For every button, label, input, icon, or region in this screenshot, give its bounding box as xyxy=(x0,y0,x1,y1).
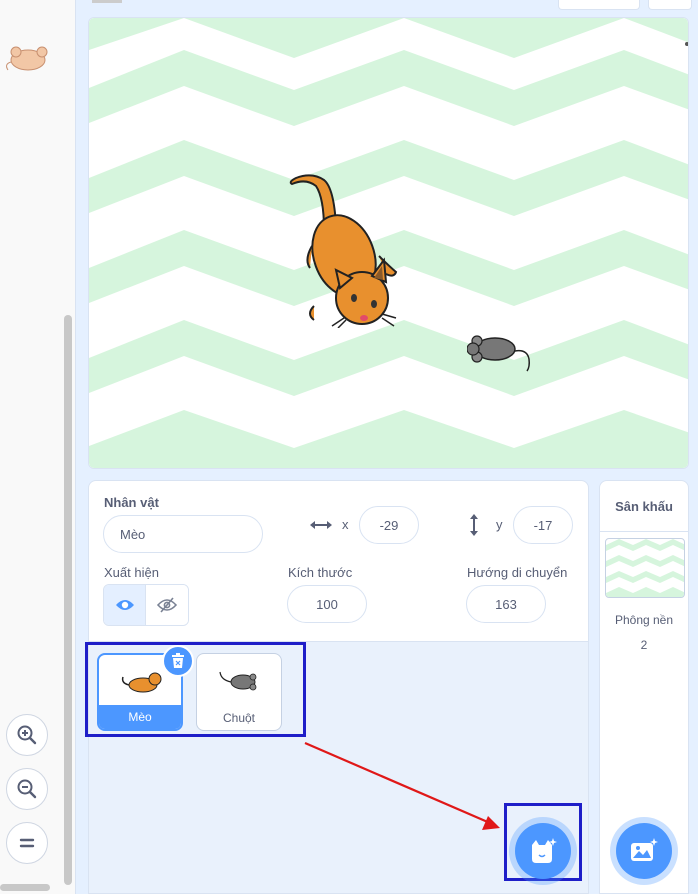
fullscreen-button[interactable] xyxy=(648,0,692,10)
x-input[interactable]: -29 xyxy=(359,506,419,544)
show-toggle-group xyxy=(103,584,189,626)
code-vertical-scrollbar[interactable] xyxy=(64,315,72,885)
top-toolbar-fragment xyxy=(92,0,122,3)
mouse-sprite[interactable] xyxy=(467,331,535,375)
zoom-out-button[interactable] xyxy=(6,768,48,810)
y-label: y xyxy=(496,517,503,532)
choose-backdrop-button[interactable] xyxy=(616,823,672,879)
backdrop-thumbnail[interactable] xyxy=(605,538,685,598)
code-area[interactable] xyxy=(0,0,76,894)
stage-title: Sân khấu xyxy=(615,499,673,514)
backdrops-label: Phông nền xyxy=(614,613,674,627)
backdrops-count: 2 xyxy=(640,638,648,652)
choose-sprite-icon xyxy=(532,838,557,863)
size-input[interactable]: 100 xyxy=(287,585,367,623)
eye-icon xyxy=(115,600,134,610)
highlight-box-sprites xyxy=(85,642,306,737)
zoom-reset-button[interactable] xyxy=(6,822,48,864)
zoom-reset-icon xyxy=(19,838,35,848)
sprite-thumbnail-icon xyxy=(6,46,48,71)
stage-size-toggle[interactable] xyxy=(558,0,640,10)
horizontal-arrows-icon xyxy=(310,521,332,529)
direction-input[interactable]: 163 xyxy=(466,585,546,623)
choose-backdrop-icon xyxy=(631,838,658,861)
show-hidden-button[interactable] xyxy=(146,585,188,625)
sprite-name-input[interactable]: Mèo xyxy=(103,515,263,553)
annotation-arrow xyxy=(304,741,500,830)
cat-sprite[interactable] xyxy=(284,168,409,328)
stage-divider xyxy=(600,531,688,532)
show-label: Xuất hiện xyxy=(104,565,159,580)
vertical-arrows-icon xyxy=(470,514,478,536)
sprite-info-pane: Nhân vật Mèo x -29 y -17 Xuất hiện Kích … xyxy=(88,480,589,642)
sprite-name-label: Nhân vật xyxy=(104,495,159,510)
zoom-in-button[interactable] xyxy=(6,714,48,756)
backdrop-thumbnail-image xyxy=(606,539,684,597)
zoom-out-icon xyxy=(17,779,37,799)
stage-canvas[interactable] xyxy=(88,17,689,469)
code-horizontal-scrollbar[interactable] xyxy=(0,884,50,891)
choose-sprite-button[interactable] xyxy=(515,823,571,879)
eye-slash-icon xyxy=(157,597,177,613)
y-input[interactable]: -17 xyxy=(513,506,573,544)
size-label: Kích thước xyxy=(288,565,353,580)
zoom-in-icon xyxy=(17,725,37,745)
x-label: x xyxy=(342,517,349,532)
show-visible-button[interactable] xyxy=(104,585,147,625)
direction-label: Hướng di chuyển xyxy=(467,565,568,580)
